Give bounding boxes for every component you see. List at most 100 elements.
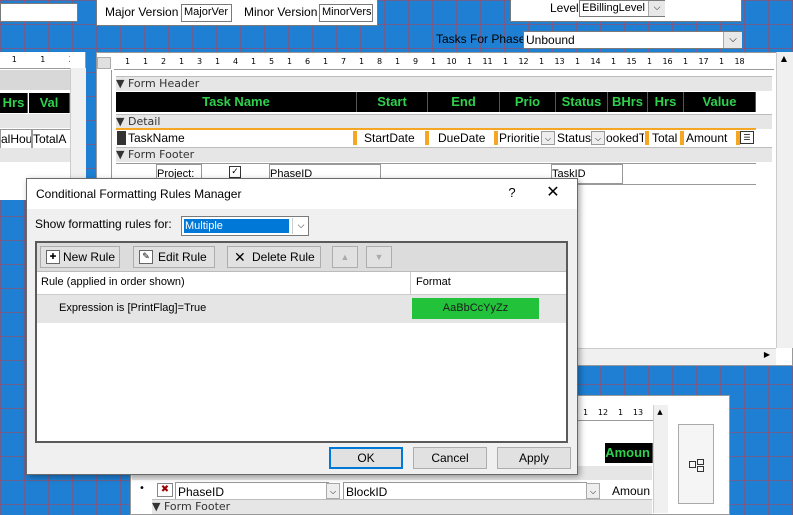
bottom-form-footer-bar[interactable]: ▼ Form Footer <box>152 499 652 514</box>
help-button[interactable]: ? <box>505 185 519 200</box>
det-priorities[interactable]: Prioritie <box>499 129 541 147</box>
major-version-field[interactable]: MajorVer <box>181 4 232 22</box>
ruler-tick: 1 <box>323 57 329 66</box>
ruler-tick: 4 <box>233 57 239 66</box>
tasks-for-phase-combo[interactable]: Unbound <box>523 31 742 49</box>
tasks-for-phase-chevron-icon[interactable]: ⌵ <box>723 32 742 48</box>
ruler-tick: 13 <box>632 408 644 417</box>
ruler-tick: 1 <box>503 57 509 66</box>
ruler-tick: 9 <box>413 57 419 66</box>
ruler-tick: 3 <box>197 57 203 66</box>
rule-row[interactable]: Expression is [PrintFlag]=True AaBbCcYyZ… <box>37 295 566 323</box>
det-total[interactable]: Total <box>652 129 682 147</box>
ruler-tick: 11 <box>482 57 493 66</box>
hdr-end: End <box>428 92 500 112</box>
main-vertical-scrollbar[interactable] <box>776 52 793 348</box>
tree-view-icon <box>689 459 704 472</box>
bottom-scrollbar[interactable] <box>653 405 668 513</box>
ruler-tick: 6 <box>305 57 311 66</box>
bottom-combo-chevron-icon[interactable]: ⌵ <box>326 483 340 499</box>
ruler-tick: 1 <box>395 57 401 66</box>
main-form-ruler: 1 1 2 1 3 1 4 1 5 1 6 1 7 1 8 1 9 1 10 1 11 1 12 1 13 1 14 1 15 1 16 1 1… <box>114 57 774 70</box>
major-version-label: Major Version <box>105 5 179 19</box>
det-task-name[interactable]: TaskName <box>128 129 328 147</box>
dialog-title-bar[interactable]: Conditional Formatting Rules Manager ? ✕ <box>27 179 577 209</box>
bottom-amount[interactable]: Amoun <box>612 482 652 500</box>
det-start-date[interactable]: StartDate <box>364 129 424 147</box>
ruler-tick: 1 <box>179 57 185 66</box>
ruler-tick: 1 <box>215 57 221 66</box>
det-booked[interactable]: ookedT <box>606 129 644 147</box>
ruler-tick: 12 <box>597 408 609 417</box>
detail-end-icon: ☰ <box>740 131 754 144</box>
detail-bar[interactable]: ▼ Detail <box>116 114 772 129</box>
det-status[interactable]: Status <box>557 129 591 147</box>
ruler-tick: 2 <box>57 55 70 64</box>
navigation-pane-button[interactable] <box>678 424 714 504</box>
bottom-block-chevron-icon[interactable]: ⌵ <box>586 483 600 499</box>
show-rules-chevron-icon[interactable]: ⌵ <box>292 218 309 234</box>
scroll-up-icon[interactable]: ▲ <box>777 54 791 66</box>
column-handle[interactable] <box>494 131 498 145</box>
status-combo-chevron-icon[interactable]: ⌵ <box>591 131 605 145</box>
form-header-bar[interactable]: ▼ Form Header <box>116 76 772 91</box>
det-due-date[interactable]: DueDate <box>438 129 498 147</box>
column-handle[interactable] <box>425 131 429 145</box>
hdr-bhrs: BHrs <box>608 92 648 112</box>
show-rules-select[interactable]: Multiple ⌵ <box>181 216 309 236</box>
edit-rule-label: Edit Rule <box>158 250 207 264</box>
ruler-tick: 18 <box>734 57 745 66</box>
left-hdr-hrs: Hrs <box>0 93 28 113</box>
ruler-tick: 1 <box>40 55 46 64</box>
bottom-form-ruler: 1 12 1 13 <box>578 408 653 421</box>
new-rule-button[interactable]: ✚ New Rule <box>40 246 120 268</box>
bottom-row-selector[interactable]: • <box>139 483 149 497</box>
ruler-tick: 1 <box>647 57 653 66</box>
edit-rule-button[interactable]: ✎ Edit Rule <box>133 246 215 268</box>
top-left-textbox[interactable] <box>0 3 78 22</box>
cancel-button[interactable]: Cancel <box>413 447 487 469</box>
rules-column-header: Rule (applied in order shown) Format <box>37 272 566 295</box>
delete-rule-button[interactable]: ✕ Delete Rule <box>227 246 321 268</box>
left-form-footer <box>0 148 70 162</box>
left-det-hours: alHour <box>0 129 32 149</box>
form-footer-bar[interactable]: ▼ Form Footer <box>116 147 772 162</box>
bottom-record-icon: ✖ <box>157 483 173 497</box>
apply-button[interactable]: Apply <box>497 447 571 469</box>
format-column-header: Format <box>416 276 451 288</box>
move-down-button[interactable]: ▼ <box>366 246 392 268</box>
ruler-tick: 12 <box>518 57 529 66</box>
dialog-title: Conditional Formatting Rules Manager <box>36 187 242 201</box>
column-handle[interactable] <box>680 131 684 145</box>
tasks-for-phase-label: Tasks For Phase <box>436 32 526 46</box>
form-selector[interactable] <box>97 57 111 69</box>
hdr-task-name: Task Name <box>116 92 357 112</box>
level-combo-chevron-icon[interactable]: ⌵ <box>648 1 665 16</box>
column-handle[interactable] <box>353 131 357 145</box>
form-header-label: Form Header <box>127 77 200 90</box>
ruler-tick: 1 <box>539 57 545 66</box>
left-form-bg <box>0 70 70 90</box>
checkbox-icon[interactable]: ✓ <box>229 166 241 178</box>
close-icon[interactable]: ✕ <box>541 182 565 204</box>
det-amount[interactable]: Amount <box>686 129 736 147</box>
level-label: Level <box>550 1 579 15</box>
hdr-status: Status <box>556 92 608 112</box>
show-rules-label: Show formatting rules for: <box>35 217 172 231</box>
ruler-tick: 1 <box>467 57 473 66</box>
bottom-scroll-up-icon[interactable]: ▲ <box>654 408 666 418</box>
minor-version-field[interactable]: MinorVers <box>319 4 373 22</box>
left-det-total: TotalA <box>32 129 72 149</box>
prio-combo-chevron-icon[interactable]: ⌵ <box>541 131 555 145</box>
ruler-tick: 15 <box>626 57 637 66</box>
move-up-button[interactable]: ▲ <box>332 246 358 268</box>
record-selector-icon[interactable] <box>117 131 126 145</box>
ruler-tick: 8 <box>377 57 383 66</box>
ruler-tick: 1 <box>125 57 131 66</box>
ruler-tick: 1 <box>719 57 725 66</box>
ruler-tick: 1 <box>431 57 437 66</box>
scroll-right-icon[interactable]: ▶ <box>760 350 774 362</box>
column-handle[interactable] <box>645 131 649 145</box>
ruler-tick: 1 <box>575 57 581 66</box>
ok-button[interactable]: OK <box>329 447 403 469</box>
